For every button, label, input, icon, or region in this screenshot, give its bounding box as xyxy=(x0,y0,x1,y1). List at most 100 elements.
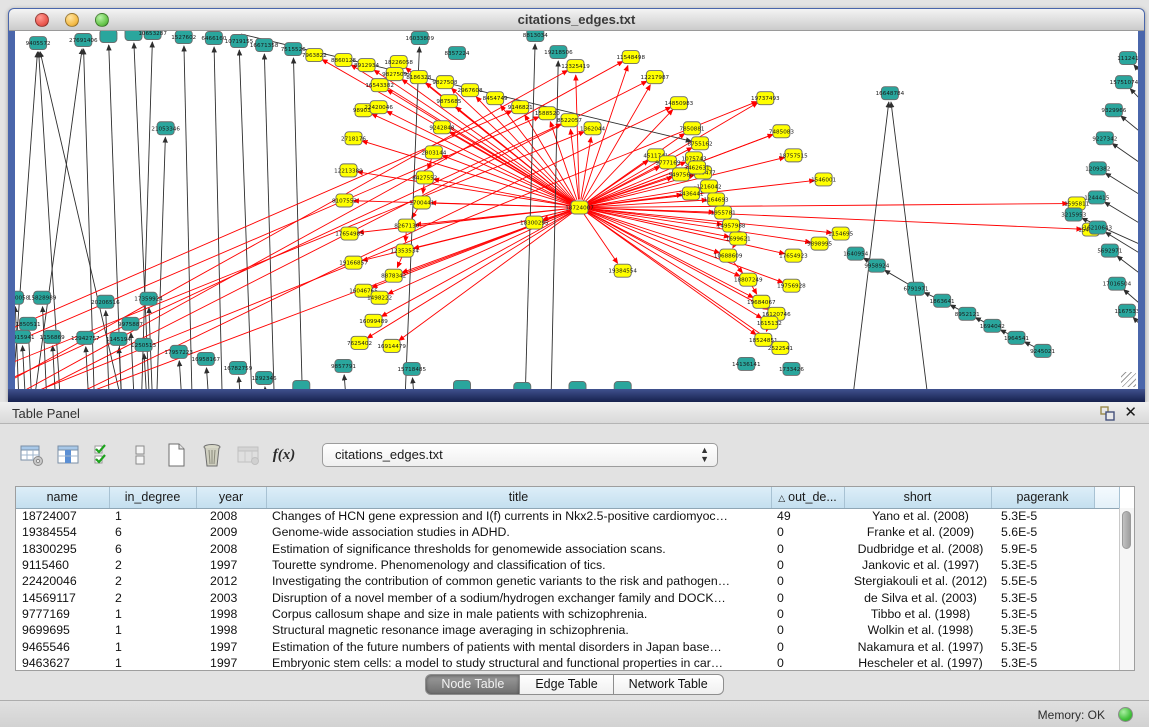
network-node[interactable]: 1209382 xyxy=(1085,162,1110,175)
network-node[interactable]: 1250513 xyxy=(131,338,156,351)
network-node[interactable]: 15828989 xyxy=(28,291,57,304)
network-node[interactable]: 1699621 xyxy=(726,232,751,245)
network-node[interactable]: 9227342 xyxy=(1092,132,1117,145)
column-select-button[interactable] xyxy=(90,441,118,469)
network-node[interactable]: 1244415 xyxy=(1084,191,1109,204)
network-node[interactable]: 2522541 xyxy=(768,341,793,354)
network-node[interactable]: 18226058 xyxy=(384,56,413,69)
network-node[interactable]: 16782759 xyxy=(224,361,253,374)
table-row[interactable]: 911546021997Tourette syndrome. Phenomeno… xyxy=(16,557,1119,573)
network-node[interactable]: 9898995 xyxy=(807,237,832,250)
network-node[interactable]: 1955781 xyxy=(711,206,736,219)
network-node[interactable]: 6466160 xyxy=(201,32,226,45)
network-node[interactable]: 20206516 xyxy=(91,295,120,308)
network-node[interactable]: 1156869 xyxy=(40,330,65,343)
network-node[interactable]: 10653287 xyxy=(138,31,167,40)
network-node[interactable] xyxy=(569,381,586,389)
table-row[interactable]: 2242004622012Investigating the contribut… xyxy=(16,573,1119,589)
table-options-button[interactable] xyxy=(18,441,46,469)
column-chooser-button[interactable] xyxy=(54,441,82,469)
network-node[interactable]: 8813034 xyxy=(523,31,548,42)
network-node[interactable]: 16648784 xyxy=(876,87,905,100)
network-node[interactable]: 9777169 xyxy=(655,156,680,169)
table-row[interactable]: 1830029562008Estimation of significance … xyxy=(16,541,1119,557)
rows-button[interactable] xyxy=(126,441,154,469)
network-node[interactable]: 9958924 xyxy=(864,259,889,272)
network-node[interactable]: 2718176 xyxy=(341,132,366,145)
float-panel-icon[interactable] xyxy=(1100,406,1115,421)
network-node[interactable]: 19218506 xyxy=(544,46,573,59)
network-node[interactable]: 1546001 xyxy=(811,173,836,186)
table-select[interactable]: citations_edges.txt ▲▼ xyxy=(322,443,718,467)
network-node[interactable] xyxy=(614,381,631,389)
new-document-button[interactable] xyxy=(162,441,190,469)
network-node[interactable]: 8912934 xyxy=(354,59,379,72)
table-row[interactable]: 946362711997Embryonic stem cells: a mode… xyxy=(16,655,1119,671)
network-node[interactable]: 14957988 xyxy=(717,219,746,232)
table-row[interactable]: 969969511998Structural magnetic resonanc… xyxy=(16,622,1119,638)
network-node[interactable]: 12213389 xyxy=(334,164,363,177)
network-node[interactable]: 8860128 xyxy=(331,54,356,67)
network-node[interactable]: 16099489 xyxy=(359,314,388,327)
network-node[interactable] xyxy=(293,380,310,389)
network-node[interactable]: 1615132 xyxy=(757,316,782,329)
network-node[interactable]: 1527602 xyxy=(171,31,196,44)
network-node[interactable]: 9329966 xyxy=(1101,104,1126,117)
network-node[interactable]: 19737493 xyxy=(751,92,780,105)
network-node[interactable]: 1850511 xyxy=(16,317,41,330)
tab-node-table[interactable]: Node Table xyxy=(425,674,520,695)
network-node[interactable]: 8107552 xyxy=(332,194,357,207)
network-node[interactable]: 9857791 xyxy=(331,359,356,372)
network-node[interactable]: 27691406 xyxy=(69,34,98,47)
column-header-year[interactable]: year xyxy=(196,487,266,508)
function-builder-button[interactable]: f(x) xyxy=(270,441,298,469)
network-node[interactable]: 19756928 xyxy=(777,279,806,292)
network-node[interactable]: 1164693 xyxy=(704,193,729,206)
table-scrollbar[interactable] xyxy=(1119,508,1134,670)
network-node[interactable]: 8186328 xyxy=(406,71,431,84)
network-node[interactable]: 17016504 xyxy=(1103,277,1132,290)
network-node[interactable]: 8878342 xyxy=(381,269,406,282)
network-node[interactable]: 7485083 xyxy=(769,125,794,138)
network-node[interactable]: 9875685 xyxy=(436,95,461,108)
network-node[interactable] xyxy=(453,380,470,389)
column-header-short[interactable]: short xyxy=(844,487,991,508)
network-node[interactable]: 1362044 xyxy=(580,122,605,135)
resize-grip[interactable] xyxy=(1121,372,1136,387)
tab-network-table[interactable]: Network Table xyxy=(613,674,724,695)
table-row[interactable]: 1456911722003Disruption of a novel membe… xyxy=(16,589,1119,605)
network-node[interactable]: 1640954 xyxy=(843,247,868,260)
network-node[interactable]: 8427552 xyxy=(412,171,437,184)
network-node[interactable]: 5692971 xyxy=(1097,244,1122,257)
network-node[interactable]: 16671358 xyxy=(250,39,279,52)
column-header-out_de[interactable]: △out_de... xyxy=(771,487,844,508)
network-node[interactable]: 15718485 xyxy=(397,362,426,375)
network-node[interactable]: 21053346 xyxy=(151,122,180,135)
trash-button[interactable] xyxy=(198,441,226,469)
network-node[interactable]: 8755162 xyxy=(688,137,713,150)
network-node[interactable]: 8357224 xyxy=(444,47,469,60)
table-row[interactable]: 946554611997Estimation of the future num… xyxy=(16,638,1119,654)
delete-table-button[interactable] xyxy=(234,441,262,469)
network-node[interactable]: 1498222 xyxy=(367,291,392,304)
table-row[interactable]: 977716911998Corpus callosum shape and si… xyxy=(16,606,1119,622)
network-node[interactable]: 10688609 xyxy=(714,249,743,262)
network-node[interactable]: 9405572 xyxy=(26,37,51,50)
network-node[interactable]: 2967608 xyxy=(458,84,483,97)
column-header-pagerank[interactable]: pagerank xyxy=(991,487,1094,508)
table-row[interactable]: 1872400712008Changes of HCN gene express… xyxy=(16,508,1119,524)
network-node[interactable] xyxy=(100,31,117,43)
network-node[interactable]: 1700441 xyxy=(409,196,434,209)
column-header-name[interactable]: name xyxy=(16,487,109,508)
network-node[interactable]: 111241 xyxy=(1117,52,1138,65)
network-node[interactable]: 19384554 xyxy=(608,264,637,277)
network-node[interactable]: 17654923 xyxy=(779,249,808,262)
network-node[interactable]: 1154695 xyxy=(828,227,853,240)
network-node[interactable]: 19684067 xyxy=(747,295,776,308)
network-node[interactable]: 1694042 xyxy=(980,319,1005,332)
network-node[interactable]: 8454749 xyxy=(483,92,508,105)
network-node[interactable]: 18757515 xyxy=(779,149,808,162)
network-canvas[interactable]: 1872400718300295193845547963822886012889… xyxy=(15,31,1138,389)
column-header-title[interactable]: title xyxy=(266,487,771,508)
network-node[interactable]: 16958167 xyxy=(192,352,221,365)
